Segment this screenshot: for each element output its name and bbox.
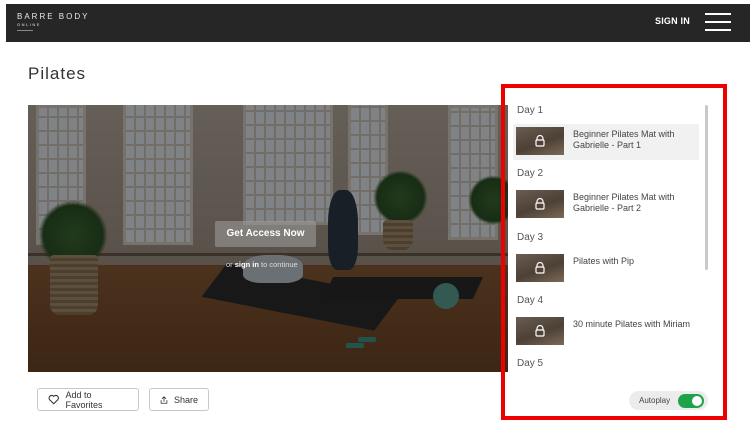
playlist-item-title: Pilates with Pip xyxy=(573,256,635,266)
favorites-label: Add to Favorites xyxy=(65,389,103,410)
lock-icon xyxy=(535,135,545,147)
share-button[interactable]: Share xyxy=(149,388,209,411)
autoplay-label: Autoplay xyxy=(639,396,671,405)
day-label: Day 4 xyxy=(517,295,544,306)
sign-in-link[interactable]: SIGN IN xyxy=(655,16,690,26)
lock-icon xyxy=(535,262,545,274)
hamburger-menu-icon[interactable] xyxy=(705,12,731,32)
video-thumbnail xyxy=(516,190,564,218)
playlist-scrollbar[interactable] xyxy=(705,105,708,270)
playlist-item[interactable]: Pilates with Pip xyxy=(513,251,699,287)
lock-icon xyxy=(535,325,545,337)
toggle-knob xyxy=(692,395,703,406)
playlist-item-title: Beginner Pilates Mat with Gabrielle - Pa… xyxy=(573,192,675,213)
video-player[interactable]: Get Access Now or sign in to continue xyxy=(28,105,508,372)
barre-body-logo[interactable]: BARRE BODY ONLINE xyxy=(17,12,89,31)
sign-in-link-inline[interactable]: sign in xyxy=(235,260,259,269)
playlist-item[interactable]: Beginner Pilates Mat with Gabrielle - Pa… xyxy=(513,187,699,223)
playlist-item[interactable]: 30 minute Pilates with Miriam xyxy=(513,314,699,350)
page-title: Pilates xyxy=(28,64,87,83)
share-label: Share xyxy=(173,394,198,405)
share-icon xyxy=(160,395,168,404)
sign-in-prefix: or xyxy=(226,260,233,269)
lock-icon xyxy=(535,198,545,210)
menu-bar xyxy=(705,21,731,23)
sign-in-prompt: or sign in to continue xyxy=(226,260,298,269)
add-to-favorites-button[interactable]: Add to Favorites xyxy=(37,388,139,411)
day-label: Day 1 xyxy=(517,105,544,116)
video-thumbnail xyxy=(516,317,564,345)
playlist-item-title: 30 minute Pilates with Miriam xyxy=(573,319,691,329)
logo-title: BARRE BODY xyxy=(17,12,90,21)
day-label: Day 2 xyxy=(517,168,544,179)
logo-rule xyxy=(17,30,33,31)
playlist-item-title: Beginner Pilates Mat with Gabrielle - Pa… xyxy=(573,129,675,150)
day-label: Day 5 xyxy=(517,358,544,369)
autoplay-toggle[interactable] xyxy=(678,393,705,408)
sign-in-suffix: to continue xyxy=(261,260,298,269)
menu-bar xyxy=(705,13,731,15)
heart-icon xyxy=(48,394,59,405)
get-access-now-button[interactable]: Get Access Now xyxy=(215,221,316,247)
day-label: Day 3 xyxy=(517,232,544,243)
top-nav-bar: BARRE BODY ONLINE SIGN IN xyxy=(6,4,750,42)
playlist-item[interactable]: Beginner Pilates Mat with Gabrielle - Pa… xyxy=(513,124,699,160)
playlist-panel[interactable]: Day 1 Beginner Pilates Mat with Gabriell… xyxy=(508,103,707,371)
video-thumbnail xyxy=(516,254,564,282)
video-thumbnail xyxy=(516,127,564,155)
autoplay-control: Autoplay xyxy=(629,391,708,410)
menu-bar xyxy=(705,29,731,31)
logo-subtitle: ONLINE xyxy=(17,22,41,27)
